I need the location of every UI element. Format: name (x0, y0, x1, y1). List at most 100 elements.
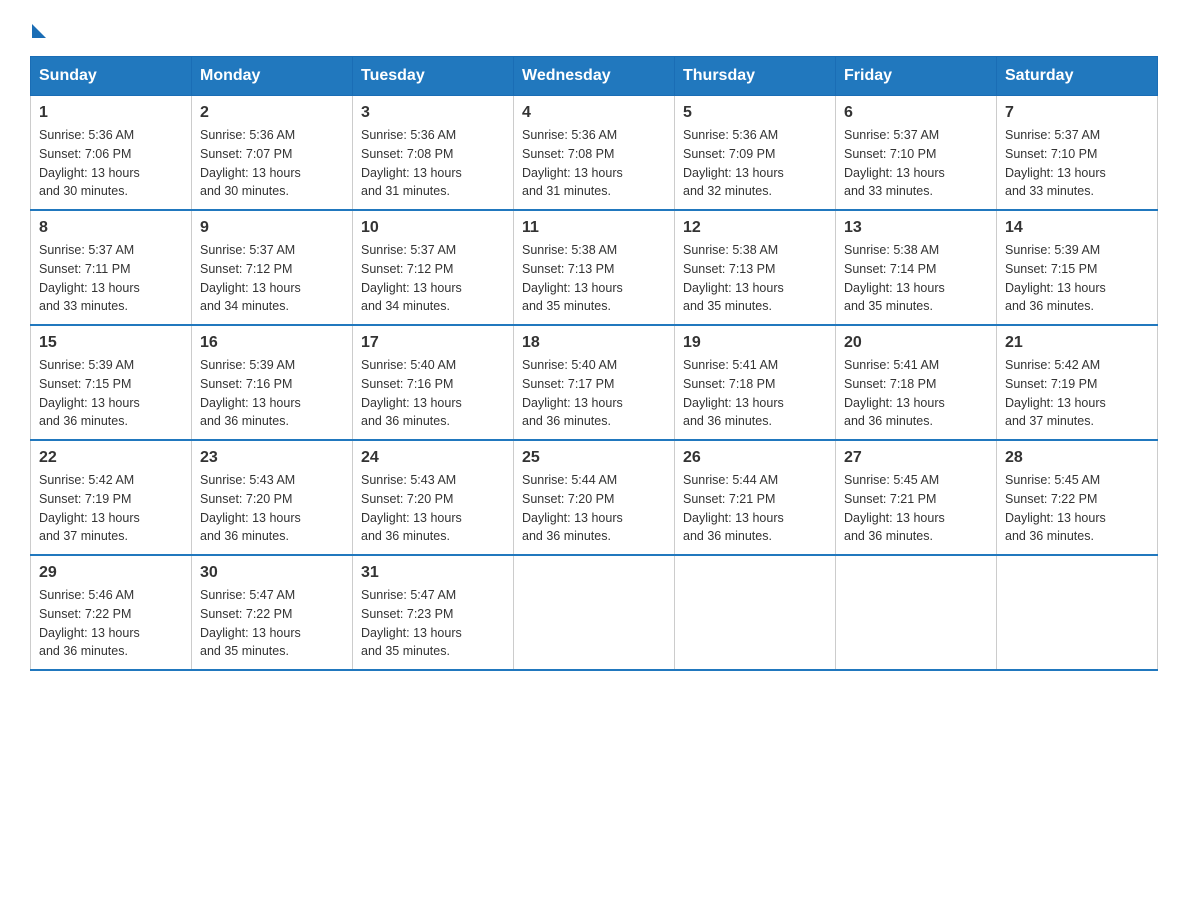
day-info: Sunrise: 5:47 AMSunset: 7:22 PMDaylight:… (200, 586, 344, 661)
calendar-cell: 31 Sunrise: 5:47 AMSunset: 7:23 PMDayligh… (353, 555, 514, 670)
calendar-cell: 30 Sunrise: 5:47 AMSunset: 7:22 PMDayligh… (192, 555, 353, 670)
day-number: 21 (1005, 334, 1149, 352)
day-info: Sunrise: 5:46 AMSunset: 7:22 PMDaylight:… (39, 586, 183, 661)
day-number: 11 (522, 219, 666, 237)
day-info: Sunrise: 5:38 AMSunset: 7:14 PMDaylight:… (844, 241, 988, 316)
day-number: 17 (361, 334, 505, 352)
day-info: Sunrise: 5:43 AMSunset: 7:20 PMDaylight:… (361, 471, 505, 546)
calendar-cell: 22 Sunrise: 5:42 AMSunset: 7:19 PMDayligh… (31, 440, 192, 555)
week-row-1: 1 Sunrise: 5:36 AMSunset: 7:06 PMDaylight… (31, 96, 1158, 211)
calendar-cell: 1 Sunrise: 5:36 AMSunset: 7:06 PMDaylight… (31, 96, 192, 211)
calendar-cell (836, 555, 997, 670)
day-number: 6 (844, 104, 988, 122)
calendar-cell: 4 Sunrise: 5:36 AMSunset: 7:08 PMDaylight… (514, 96, 675, 211)
calendar-cell: 19Sunrise: 5:41 AMSunset: 7:18 PMDayligh… (675, 325, 836, 440)
calendar-cell: 14Sunrise: 5:39 AMSunset: 7:15 PMDayligh… (997, 210, 1158, 325)
calendar-cell: 11 Sunrise: 5:38 AMSunset: 7:13 PMDayligh… (514, 210, 675, 325)
calendar-cell: 29 Sunrise: 5:46 AMSunset: 7:22 PMDayligh… (31, 555, 192, 670)
week-row-5: 29 Sunrise: 5:46 AMSunset: 7:22 PMDayligh… (31, 555, 1158, 670)
day-number: 12 (683, 219, 827, 237)
day-info: Sunrise: 5:37 AMSunset: 7:10 PMDaylight:… (1005, 126, 1149, 201)
calendar-cell: 16Sunrise: 5:39 AMSunset: 7:16 PMDayligh… (192, 325, 353, 440)
calendar-cell (675, 555, 836, 670)
day-number: 31 (361, 564, 505, 582)
day-number: 23 (200, 449, 344, 467)
day-info: Sunrise: 5:40 AMSunset: 7:17 PMDaylight:… (522, 356, 666, 431)
calendar-cell: 17 Sunrise: 5:40 AMSunset: 7:16 PMDayligh… (353, 325, 514, 440)
day-number: 24 (361, 449, 505, 467)
day-number: 9 (200, 219, 344, 237)
calendar-cell: 25 Sunrise: 5:44 AMSunset: 7:20 PMDayligh… (514, 440, 675, 555)
day-info: Sunrise: 5:36 AMSunset: 7:07 PMDaylight:… (200, 126, 344, 201)
day-number: 4 (522, 104, 666, 122)
calendar-cell: 5 Sunrise: 5:36 AMSunset: 7:09 PMDaylight… (675, 96, 836, 211)
day-info: Sunrise: 5:36 AMSunset: 7:08 PMDaylight:… (361, 126, 505, 201)
day-info: Sunrise: 5:36 AMSunset: 7:08 PMDaylight:… (522, 126, 666, 201)
day-number: 26 (683, 449, 827, 467)
page-header (30, 20, 1158, 36)
day-info: Sunrise: 5:45 AMSunset: 7:21 PMDaylight:… (844, 471, 988, 546)
day-info: Sunrise: 5:42 AMSunset: 7:19 PMDaylight:… (1005, 356, 1149, 431)
day-info: Sunrise: 5:40 AMSunset: 7:16 PMDaylight:… (361, 356, 505, 431)
day-number: 8 (39, 219, 183, 237)
header-row: SundayMondayTuesdayWednesdayThursdayFrid… (31, 57, 1158, 96)
day-number: 20 (844, 334, 988, 352)
week-row-2: 8 Sunrise: 5:37 AMSunset: 7:11 PMDaylight… (31, 210, 1158, 325)
day-number: 14 (1005, 219, 1149, 237)
day-number: 1 (39, 104, 183, 122)
week-row-3: 15 Sunrise: 5:39 AMSunset: 7:15 PMDayligh… (31, 325, 1158, 440)
calendar-cell: 6 Sunrise: 5:37 AMSunset: 7:10 PMDaylight… (836, 96, 997, 211)
calendar-cell: 2 Sunrise: 5:36 AMSunset: 7:07 PMDaylight… (192, 96, 353, 211)
day-info: Sunrise: 5:44 AMSunset: 7:20 PMDaylight:… (522, 471, 666, 546)
header-day-tuesday: Tuesday (353, 57, 514, 96)
header-day-friday: Friday (836, 57, 997, 96)
calendar-cell: 18 Sunrise: 5:40 AMSunset: 7:17 PMDayligh… (514, 325, 675, 440)
calendar-cell (997, 555, 1158, 670)
calendar-cell: 20 Sunrise: 5:41 AMSunset: 7:18 PMDayligh… (836, 325, 997, 440)
day-info: Sunrise: 5:39 AMSunset: 7:15 PMDaylight:… (39, 356, 183, 431)
day-number: 5 (683, 104, 827, 122)
day-number: 3 (361, 104, 505, 122)
day-number: 2 (200, 104, 344, 122)
calendar-cell: 26 Sunrise: 5:44 AMSunset: 7:21 PMDayligh… (675, 440, 836, 555)
day-info: Sunrise: 5:38 AMSunset: 7:13 PMDaylight:… (683, 241, 827, 316)
day-info: Sunrise: 5:42 AMSunset: 7:19 PMDaylight:… (39, 471, 183, 546)
calendar-cell: 13Sunrise: 5:38 AMSunset: 7:14 PMDayligh… (836, 210, 997, 325)
calendar-cell: 28 Sunrise: 5:45 AMSunset: 7:22 PMDayligh… (997, 440, 1158, 555)
day-info: Sunrise: 5:41 AMSunset: 7:18 PMDaylight:… (844, 356, 988, 431)
day-number: 30 (200, 564, 344, 582)
day-info: Sunrise: 5:43 AMSunset: 7:20 PMDaylight:… (200, 471, 344, 546)
calendar-cell: 10Sunrise: 5:37 AMSunset: 7:12 PMDayligh… (353, 210, 514, 325)
day-number: 18 (522, 334, 666, 352)
calendar-cell: 7 Sunrise: 5:37 AMSunset: 7:10 PMDaylight… (997, 96, 1158, 211)
day-info: Sunrise: 5:36 AMSunset: 7:09 PMDaylight:… (683, 126, 827, 201)
day-info: Sunrise: 5:47 AMSunset: 7:23 PMDaylight:… (361, 586, 505, 661)
calendar-cell: 24 Sunrise: 5:43 AMSunset: 7:20 PMDayligh… (353, 440, 514, 555)
day-number: 25 (522, 449, 666, 467)
day-number: 10 (361, 219, 505, 237)
calendar-cell: 27 Sunrise: 5:45 AMSunset: 7:21 PMDayligh… (836, 440, 997, 555)
header-day-saturday: Saturday (997, 57, 1158, 96)
day-info: Sunrise: 5:45 AMSunset: 7:22 PMDaylight:… (1005, 471, 1149, 546)
header-day-monday: Monday (192, 57, 353, 96)
calendar-cell: 8 Sunrise: 5:37 AMSunset: 7:11 PMDaylight… (31, 210, 192, 325)
calendar-cell: 15 Sunrise: 5:39 AMSunset: 7:15 PMDayligh… (31, 325, 192, 440)
day-info: Sunrise: 5:44 AMSunset: 7:21 PMDaylight:… (683, 471, 827, 546)
day-info: Sunrise: 5:38 AMSunset: 7:13 PMDaylight:… (522, 241, 666, 316)
day-number: 27 (844, 449, 988, 467)
day-number: 15 (39, 334, 183, 352)
day-info: Sunrise: 5:37 AMSunset: 7:10 PMDaylight:… (844, 126, 988, 201)
day-number: 22 (39, 449, 183, 467)
day-number: 28 (1005, 449, 1149, 467)
calendar-cell: 12 Sunrise: 5:38 AMSunset: 7:13 PMDayligh… (675, 210, 836, 325)
day-info: Sunrise: 5:36 AMSunset: 7:06 PMDaylight:… (39, 126, 183, 201)
logo-triangle-icon (32, 24, 46, 38)
day-info: Sunrise: 5:41 AMSunset: 7:18 PMDaylight:… (683, 356, 827, 431)
day-number: 29 (39, 564, 183, 582)
day-number: 7 (1005, 104, 1149, 122)
calendar-table: SundayMondayTuesdayWednesdayThursdayFrid… (30, 56, 1158, 671)
calendar-cell: 9Sunrise: 5:37 AMSunset: 7:12 PMDaylight… (192, 210, 353, 325)
day-info: Sunrise: 5:37 AMSunset: 7:11 PMDaylight:… (39, 241, 183, 316)
calendar-cell: 23 Sunrise: 5:43 AMSunset: 7:20 PMDayligh… (192, 440, 353, 555)
header-day-sunday: Sunday (31, 57, 192, 96)
